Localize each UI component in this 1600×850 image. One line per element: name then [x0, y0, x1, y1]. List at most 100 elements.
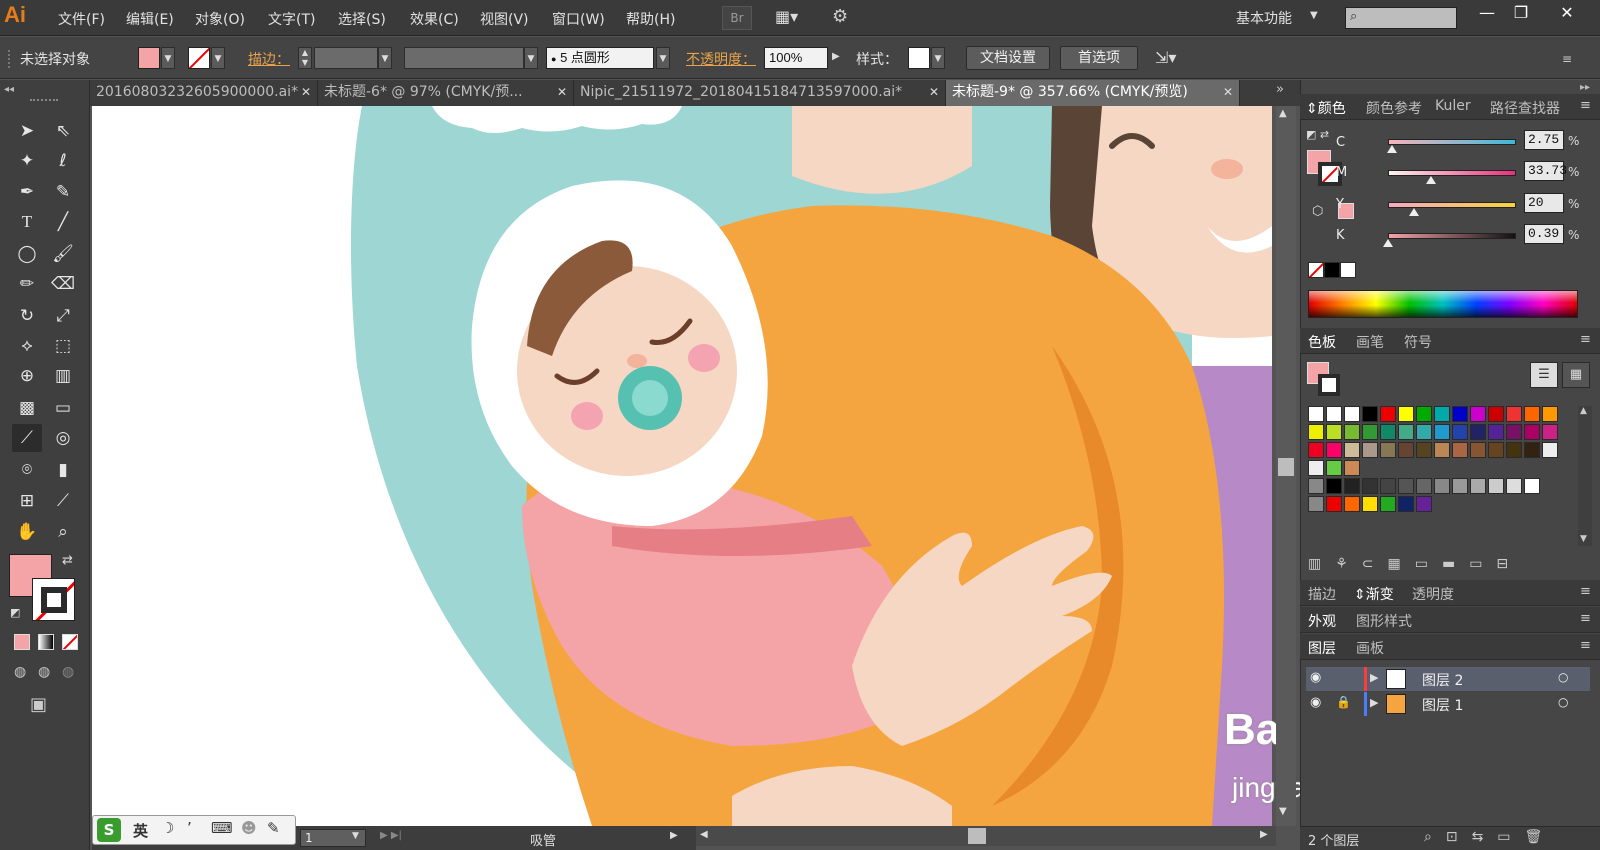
black-slider-thumb[interactable] — [1383, 239, 1394, 247]
ime-halfwidth-icon[interactable]: ☽ — [161, 819, 174, 837]
curvature-tool-icon[interactable]: ✎ — [48, 178, 78, 206]
layers-footer-icons[interactable]: ⌕⊡⇆▭🗑 — [1424, 829, 1556, 845]
swatch-chip[interactable] — [1434, 442, 1450, 458]
stroke-label[interactable]: 描边： — [248, 49, 290, 69]
menu-select[interactable]: 选择(S) — [338, 9, 386, 29]
fill-swatch[interactable] — [138, 47, 160, 69]
tab-symbols[interactable]: 符号 — [1404, 332, 1432, 352]
minimize-button[interactable]: — — [1470, 2, 1504, 26]
expand-panels-icon[interactable]: ▸▸ — [1580, 82, 1590, 93]
type-tool-icon[interactable]: T — [12, 208, 42, 236]
pencil-tool-icon[interactable]: ✏ — [12, 270, 42, 298]
swatch-chip[interactable] — [1542, 442, 1558, 458]
document-tab-4[interactable]: 未标题-9* @ 357.66% (CMYK/预览) ✕ — [946, 80, 1240, 106]
brush-dropdown[interactable]: ▼ — [656, 47, 670, 69]
workspace-dropdown-icon[interactable]: ▼ — [1310, 10, 1318, 21]
swatch-chip[interactable] — [1470, 424, 1486, 440]
swatch-chip[interactable] — [1362, 478, 1378, 494]
profile-dropdown[interactable]: ▼ — [524, 47, 538, 69]
swatch-chip[interactable] — [1380, 406, 1396, 422]
opacity-label[interactable]: 不透明度： — [686, 49, 756, 69]
swatch-chip[interactable] — [1326, 406, 1342, 422]
control-panel-menu-icon[interactable]: ≡ — [1562, 52, 1572, 66]
swatch-chip[interactable] — [1416, 406, 1432, 422]
swatch-chip[interactable] — [1326, 478, 1342, 494]
menu-view[interactable]: 视图(V) — [480, 9, 529, 29]
swatch-chip[interactable] — [1506, 406, 1522, 422]
swatch-chip[interactable] — [1506, 442, 1522, 458]
tab-pathfinder[interactable]: 路径查找器 — [1490, 98, 1560, 118]
swatch-chip[interactable] — [1416, 496, 1432, 512]
artboard-canvas[interactable] — [92, 106, 1272, 826]
swatches-scrollbar[interactable]: ▲ ▼ — [1578, 406, 1592, 546]
swatch-chip[interactable] — [1326, 496, 1342, 512]
close-tab-icon[interactable]: ✕ — [1223, 80, 1233, 104]
brush-definition[interactable]: ● 5 点圆形 — [546, 47, 654, 69]
swatch-chip[interactable] — [1308, 424, 1324, 440]
expand-layer-icon[interactable]: ▶ — [1370, 671, 1378, 684]
opacity-input[interactable]: 100% — [764, 47, 828, 69]
cyan-slider[interactable] — [1388, 139, 1516, 145]
stroke-weight-stepper[interactable]: ▲ ▼ — [298, 47, 312, 69]
swatches-footer-icons[interactable]: ▥⚘⊂▦▭▬▭⊟ — [1308, 556, 1522, 572]
swatch-chip[interactable] — [1398, 496, 1414, 512]
swatch-chip[interactable] — [1416, 478, 1432, 494]
swatch-chip[interactable] — [1470, 478, 1486, 494]
preferences-button[interactable]: 首选项 — [1060, 46, 1138, 70]
black-swatch[interactable] — [1324, 262, 1340, 278]
document-tab-1[interactable]: 20160803232605900000.ai* ✕ — [90, 80, 318, 106]
document-setup-button[interactable]: 文档设置 — [966, 46, 1050, 70]
none-swatch[interactable] — [1308, 262, 1324, 278]
swatch-chip[interactable] — [1362, 406, 1378, 422]
selection-tool-icon[interactable]: ➤ — [12, 117, 42, 145]
blend-tool-icon[interactable]: ◎ — [48, 424, 78, 452]
swatch-chip[interactable] — [1542, 424, 1558, 440]
swatch-chip[interactable] — [1326, 424, 1342, 440]
swatch-chip[interactable] — [1488, 424, 1504, 440]
stroke-swatch[interactable] — [188, 47, 210, 69]
zoom-tool-icon[interactable]: ⌕ — [48, 518, 78, 546]
swatch-chip[interactable] — [1398, 424, 1414, 440]
swatch-chip[interactable] — [1344, 496, 1360, 512]
artboard-dropdown-icon[interactable]: ▼ — [352, 831, 359, 841]
panel-menu-icon[interactable]: ≡ — [1580, 611, 1591, 626]
close-window-button[interactable]: ✕ — [1550, 2, 1584, 26]
variable-width-profile[interactable] — [404, 47, 524, 69]
grid-view-icon[interactable]: ▦ — [1562, 362, 1590, 388]
swatch-chip[interactable] — [1308, 496, 1324, 512]
swatch-chip[interactable] — [1452, 406, 1468, 422]
draw-inside-icon[interactable]: ◍ — [62, 664, 74, 680]
menu-help[interactable]: 帮助(H) — [626, 9, 675, 29]
visibility-eye-icon[interactable]: ◉ — [1310, 695, 1321, 710]
tab-brushes[interactable]: 画笔 — [1356, 332, 1384, 352]
stroke-weight-dropdown[interactable]: ▼ — [378, 47, 392, 69]
swatch-chip[interactable] — [1506, 478, 1522, 494]
swatch-chip[interactable] — [1452, 478, 1468, 494]
swatch-chip[interactable] — [1488, 478, 1504, 494]
swatch-chip[interactable] — [1344, 406, 1360, 422]
pen-tool-icon[interactable]: ✒ — [12, 178, 42, 206]
gpu-performance-icon[interactable]: ⚙ — [832, 6, 848, 27]
swatch-chip[interactable] — [1524, 442, 1540, 458]
workspace-switcher[interactable]: 基本功能 — [1236, 8, 1292, 28]
panel-menu-icon[interactable]: ≡ — [1580, 638, 1591, 653]
none-mode-icon[interactable] — [62, 634, 78, 650]
swatch-chip[interactable] — [1470, 442, 1486, 458]
draw-behind-icon[interactable]: ◍ — [38, 664, 50, 680]
swatch-chip[interactable] — [1506, 424, 1522, 440]
gradient-mode-icon[interactable] — [38, 634, 54, 650]
tab-layers[interactable]: 图层 — [1308, 638, 1336, 658]
gradient-tool-icon[interactable]: ▭ — [48, 394, 78, 422]
swatch-chip[interactable] — [1398, 442, 1414, 458]
black-slider[interactable] — [1388, 233, 1516, 239]
panel-menu-icon[interactable]: ≡ — [1580, 98, 1591, 113]
swatch-chip[interactable] — [1308, 442, 1324, 458]
swatch-chip[interactable] — [1344, 460, 1360, 476]
out-of-gamut-icon[interactable]: ⬡ — [1312, 204, 1323, 219]
default-colors-icon[interactable]: ◩ ⇄ — [1306, 128, 1329, 141]
default-fill-stroke-icon[interactable]: ◩ — [10, 606, 20, 619]
tab-artboards[interactable]: 画板 — [1356, 638, 1384, 658]
slice-tool-icon[interactable]: ⟋ — [48, 487, 78, 515]
swatch-chip[interactable] — [1524, 424, 1540, 440]
menu-edit[interactable]: 编辑(E) — [126, 9, 174, 29]
